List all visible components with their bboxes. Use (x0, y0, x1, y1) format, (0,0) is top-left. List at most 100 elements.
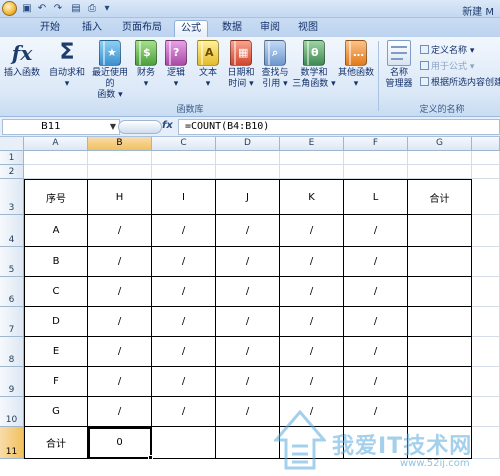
financial-button[interactable]: $ 财务 ▾ (132, 40, 160, 90)
cell-b9[interactable]: / (88, 367, 152, 397)
cell-d1[interactable] (216, 151, 280, 165)
tab-view[interactable]: 视图 (292, 20, 324, 37)
cell-e4[interactable]: / (280, 215, 344, 247)
lookup-reference-button[interactable]: ⌕ 查找与 引用 ▾ (258, 40, 292, 90)
cell-d5[interactable]: / (216, 247, 280, 277)
office-button[interactable] (2, 1, 17, 16)
column-header-d[interactable]: D (216, 137, 280, 151)
cell-stub-2[interactable] (472, 165, 500, 179)
cell-b4[interactable]: / (88, 215, 152, 247)
formula-bar-resize-handle[interactable] (118, 120, 162, 134)
cell-f4[interactable]: / (344, 215, 408, 247)
cell-a6[interactable]: C (24, 277, 88, 307)
qat-dropdown-icon[interactable]: ▾ (101, 3, 113, 15)
cell-a8[interactable]: E (24, 337, 88, 367)
column-header-stub[interactable] (472, 137, 500, 151)
cell-f10[interactable]: / (344, 397, 408, 427)
print-preview-icon[interactable]: ▤ (70, 3, 82, 15)
cell-f7[interactable]: / (344, 307, 408, 337)
date-time-button[interactable]: ▦ 日期和 时间 ▾ (224, 40, 258, 90)
cell-c1[interactable] (152, 151, 216, 165)
cell-stub-6[interactable] (472, 277, 500, 307)
tab-page-layout[interactable]: 页面布局 (116, 20, 168, 37)
row-header-3[interactable]: 3 (0, 179, 24, 215)
chevron-down-icon[interactable]: ▼ (110, 120, 116, 134)
tab-data[interactable]: 数据 (216, 20, 248, 37)
row-header-4[interactable]: 4 (0, 215, 24, 247)
insert-function-button[interactable]: fx 插入函数 (2, 40, 42, 79)
cell-e3[interactable]: K (280, 179, 344, 215)
column-header-a[interactable]: A (24, 137, 88, 151)
create-from-selection-button[interactable]: 根据所选内容创建 (420, 75, 500, 88)
cell-f8[interactable]: / (344, 337, 408, 367)
cell-a1[interactable] (24, 151, 88, 165)
fill-handle[interactable] (148, 455, 153, 460)
cell-g11[interactable] (408, 427, 472, 459)
cell-d9[interactable]: / (216, 367, 280, 397)
row-header-9[interactable]: 9 (0, 367, 24, 397)
cell-f3[interactable]: L (344, 179, 408, 215)
cell-e7[interactable]: / (280, 307, 344, 337)
cell-g7[interactable] (408, 307, 472, 337)
cell-c10[interactable]: / (152, 397, 216, 427)
cell-c8[interactable]: / (152, 337, 216, 367)
fx-icon[interactable]: fx (162, 120, 173, 131)
column-header-c[interactable]: C (152, 137, 216, 151)
cell-b1[interactable] (88, 151, 152, 165)
save-icon[interactable]: ▣ (21, 3, 33, 15)
cell-b10[interactable]: / (88, 397, 152, 427)
cell-d4[interactable]: / (216, 215, 280, 247)
cell-a5[interactable]: B (24, 247, 88, 277)
cell-d7[interactable]: / (216, 307, 280, 337)
math-trig-button[interactable]: θ 数学和 三角函数 ▾ (292, 40, 336, 90)
cell-a10[interactable]: G (24, 397, 88, 427)
cell-c9[interactable]: / (152, 367, 216, 397)
undo-icon[interactable]: ↶ (36, 3, 48, 15)
cell-g3[interactable]: 合计 (408, 179, 472, 215)
row-header-1[interactable]: 1 (0, 151, 24, 165)
cell-c6[interactable]: / (152, 277, 216, 307)
formula-input[interactable]: =COUNT(B4:B10) (178, 119, 500, 135)
column-header-b[interactable]: B (88, 137, 152, 151)
cell-g9[interactable] (408, 367, 472, 397)
cell-f1[interactable] (344, 151, 408, 165)
cell-b3[interactable]: H (88, 179, 152, 215)
cell-c7[interactable]: / (152, 307, 216, 337)
cell-c5[interactable]: / (152, 247, 216, 277)
cell-a2[interactable] (24, 165, 88, 179)
tab-formulas[interactable]: 公式 (174, 20, 208, 37)
cell-a11[interactable]: 合计 (24, 427, 88, 459)
row-header-5[interactable]: 5 (0, 247, 24, 277)
cell-a3[interactable]: 序号 (24, 179, 88, 215)
more-functions-button[interactable]: … 其他函数 ▾ (336, 40, 376, 90)
cell-b7[interactable]: / (88, 307, 152, 337)
cell-stub-10[interactable] (472, 397, 500, 427)
row-header-10[interactable]: 10 (0, 397, 24, 427)
row-header-7[interactable]: 7 (0, 307, 24, 337)
cell-stub-7[interactable] (472, 307, 500, 337)
cell-e1[interactable] (280, 151, 344, 165)
cell-stub-3[interactable] (472, 179, 500, 215)
row-header-2[interactable]: 2 (0, 165, 24, 179)
cell-e11[interactable] (280, 427, 344, 459)
cell-b11[interactable]: 0 (88, 427, 152, 459)
cell-a4[interactable]: A (24, 215, 88, 247)
cell-b8[interactable]: / (88, 337, 152, 367)
cell-d6[interactable]: / (216, 277, 280, 307)
column-header-e[interactable]: E (280, 137, 344, 151)
autosum-button[interactable]: Σ 自动求和 ▾ (46, 40, 88, 90)
cell-c3[interactable]: I (152, 179, 216, 215)
cell-c4[interactable]: / (152, 215, 216, 247)
cell-stub-8[interactable] (472, 337, 500, 367)
cell-b6[interactable]: / (88, 277, 152, 307)
tab-home[interactable]: 开始 (34, 20, 66, 37)
cell-f2[interactable] (344, 165, 408, 179)
cell-e5[interactable]: / (280, 247, 344, 277)
define-name-button[interactable]: 定义名称 ▾ (420, 43, 474, 56)
text-button[interactable]: A 文本 ▾ (194, 40, 222, 90)
cell-d10[interactable]: / (216, 397, 280, 427)
row-header-11[interactable]: 11 (0, 427, 24, 459)
cell-g8[interactable] (408, 337, 472, 367)
cell-a7[interactable]: D (24, 307, 88, 337)
cell-d11[interactable] (216, 427, 280, 459)
